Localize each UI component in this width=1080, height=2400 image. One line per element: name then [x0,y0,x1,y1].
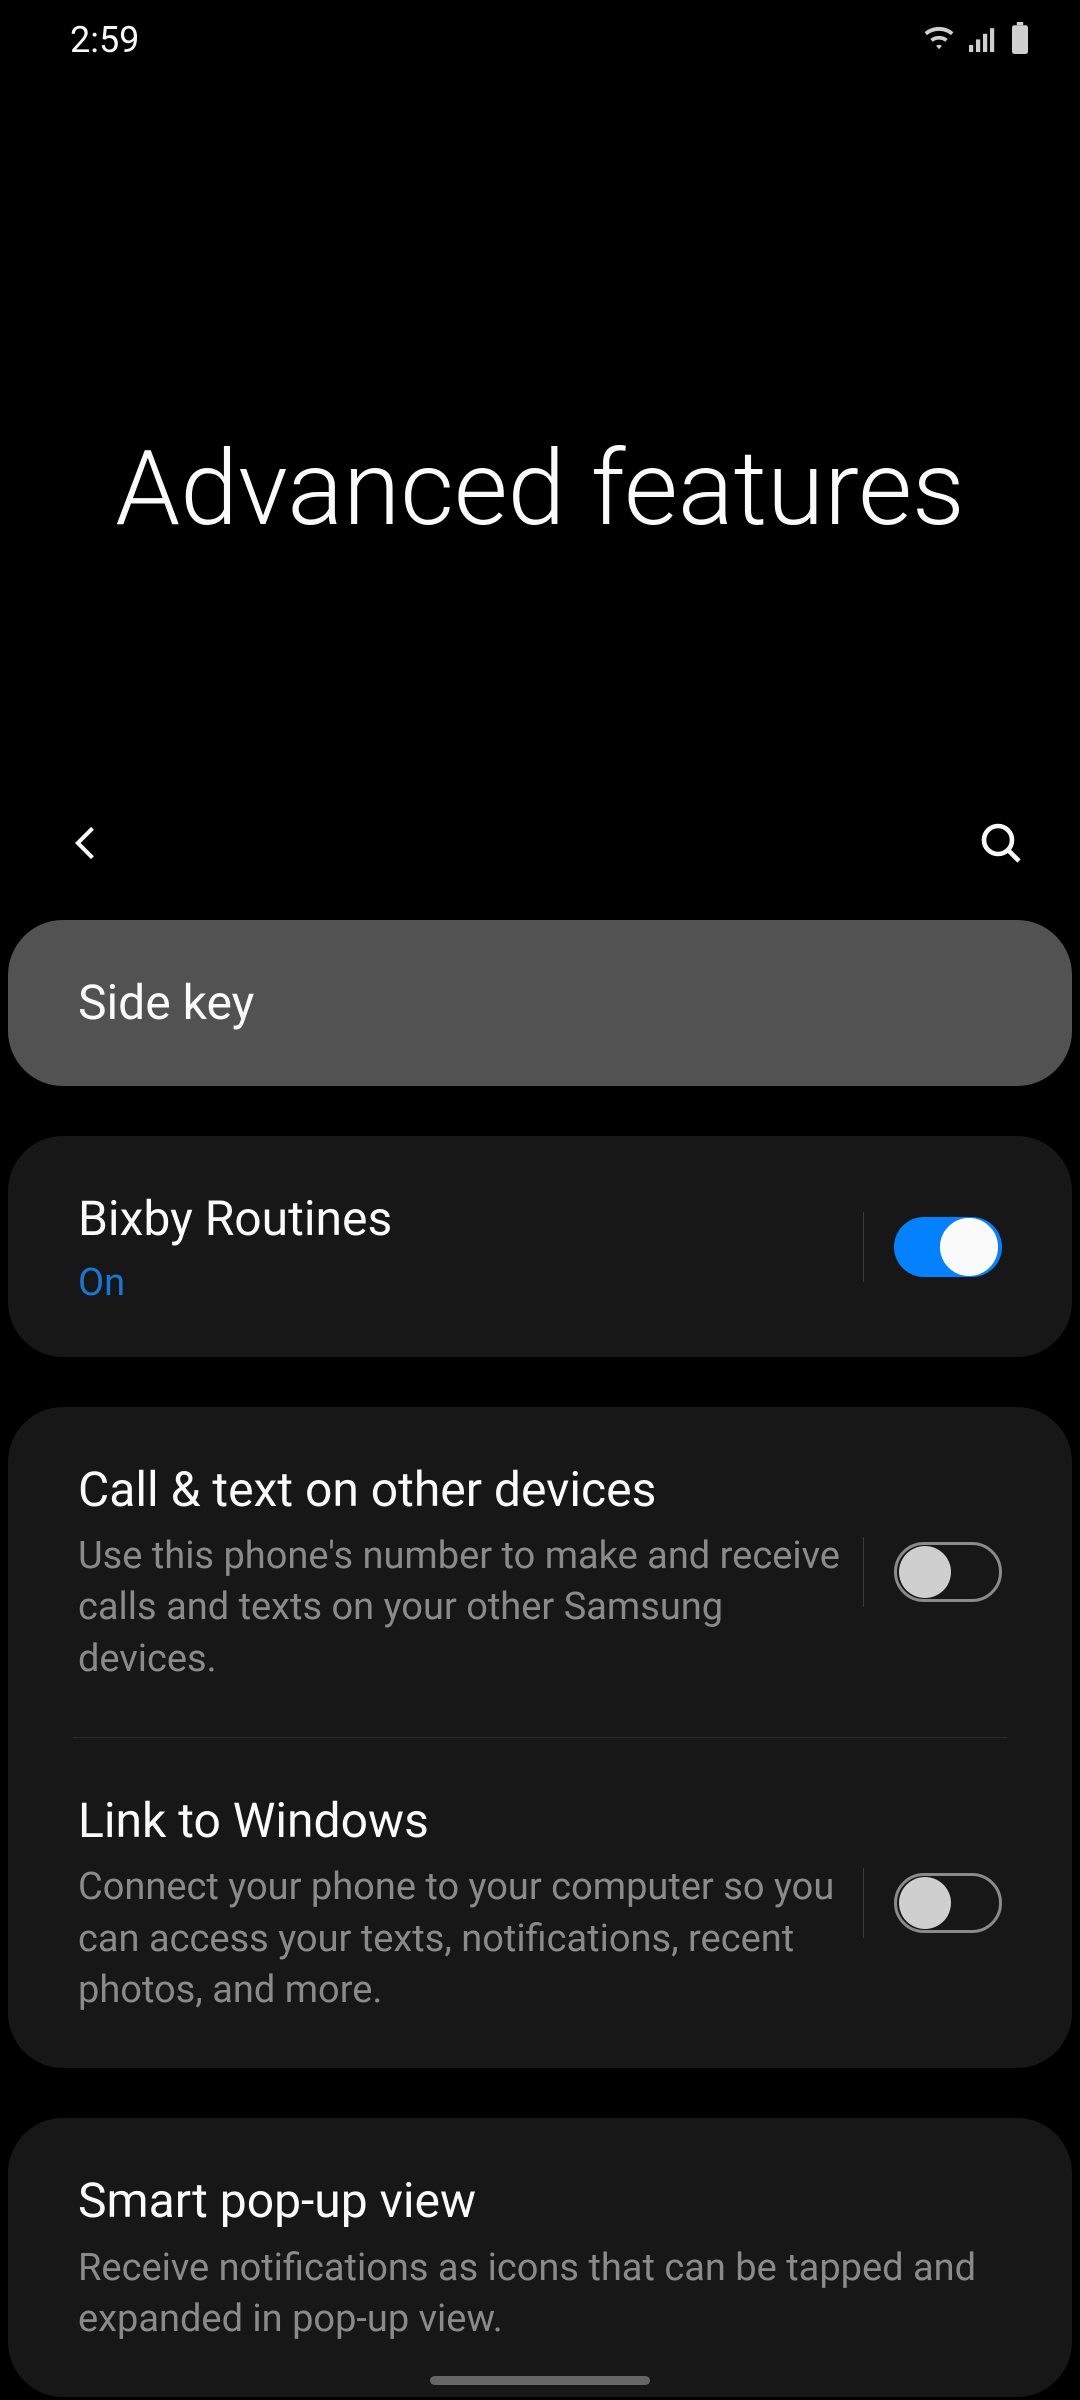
vertical-divider [863,1868,864,1938]
header-area: Advanced features [0,80,1080,800]
setting-group-connectivity: Call & text on other devices Use this ph… [8,1407,1072,2069]
setting-status: On [78,1261,843,1305]
setting-title: Bixby Routines [78,1188,843,1250]
setting-title: Side key [78,972,1002,1034]
setting-subtitle: Use this phone's number to make and rece… [78,1531,843,1685]
setting-group-popup: Smart pop-up view Receive notifications … [8,2118,1072,2397]
setting-item-side-key[interactable]: Side key [8,920,1072,1086]
status-time: 2:59 [70,19,139,61]
setting-title: Link to Windows [78,1790,843,1852]
page-title: Advanced features [115,425,964,555]
battery-icon [1010,22,1030,58]
search-icon[interactable] [977,819,1025,871]
toggle-call-text[interactable] [894,1542,1002,1602]
setting-item-smart-popup[interactable]: Smart pop-up view Receive notifications … [8,2118,1072,2397]
setting-subtitle: Receive notifications as icons that can … [78,2243,1002,2346]
setting-item-bixby-routines[interactable]: Bixby Routines On [8,1136,1072,1356]
vertical-divider [863,1212,864,1282]
status-icons [922,22,1030,58]
signal-icon [968,24,998,56]
settings-list: Side key Bixby Routines On Call & text o… [0,890,1080,2397]
setting-group-bixby: Bixby Routines On [8,1136,1072,1356]
toggle-link-windows[interactable] [894,1873,1002,1933]
setting-title: Call & text on other devices [78,1459,843,1521]
setting-title: Smart pop-up view [78,2170,1002,2232]
toggle-bixby-routines[interactable] [894,1217,1002,1277]
setting-item-call-text[interactable]: Call & text on other devices Use this ph… [8,1407,1072,1737]
wifi-icon [922,24,956,56]
setting-group-side-key: Side key [8,920,1072,1086]
setting-subtitle: Connect your phone to your computer so y… [78,1862,843,2016]
vertical-divider [863,1537,864,1607]
status-bar: 2:59 [0,0,1080,80]
back-icon[interactable] [65,821,109,869]
setting-item-link-windows[interactable]: Link to Windows Connect your phone to yo… [8,1738,1072,2068]
toolbar [0,800,1080,890]
nav-handle[interactable] [430,2376,650,2385]
